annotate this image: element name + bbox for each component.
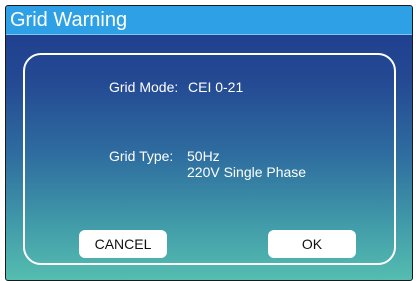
- grid-type-frequency: 50Hz: [187, 148, 220, 164]
- grid-type-voltage-phase: 220V Single Phase: [187, 164, 307, 180]
- ok-button[interactable]: OK: [268, 230, 356, 258]
- grid-warning-screen: Grid Warning Grid Mode: CEI 0-21 Grid Ty…: [5, 5, 413, 281]
- cancel-button[interactable]: CANCEL: [79, 230, 167, 258]
- grid-mode-label: Grid Mode:: [109, 79, 179, 95]
- screen-title: Grid Warning: [10, 9, 128, 31]
- title-bar: Grid Warning: [6, 6, 412, 35]
- grid-type-label: Grid Type:: [109, 148, 174, 164]
- grid-mode-value: CEI 0-21: [188, 79, 244, 95]
- grid-warning-dialog: Grid Mode: CEI 0-21 Grid Type: 50Hz 220V…: [23, 53, 396, 265]
